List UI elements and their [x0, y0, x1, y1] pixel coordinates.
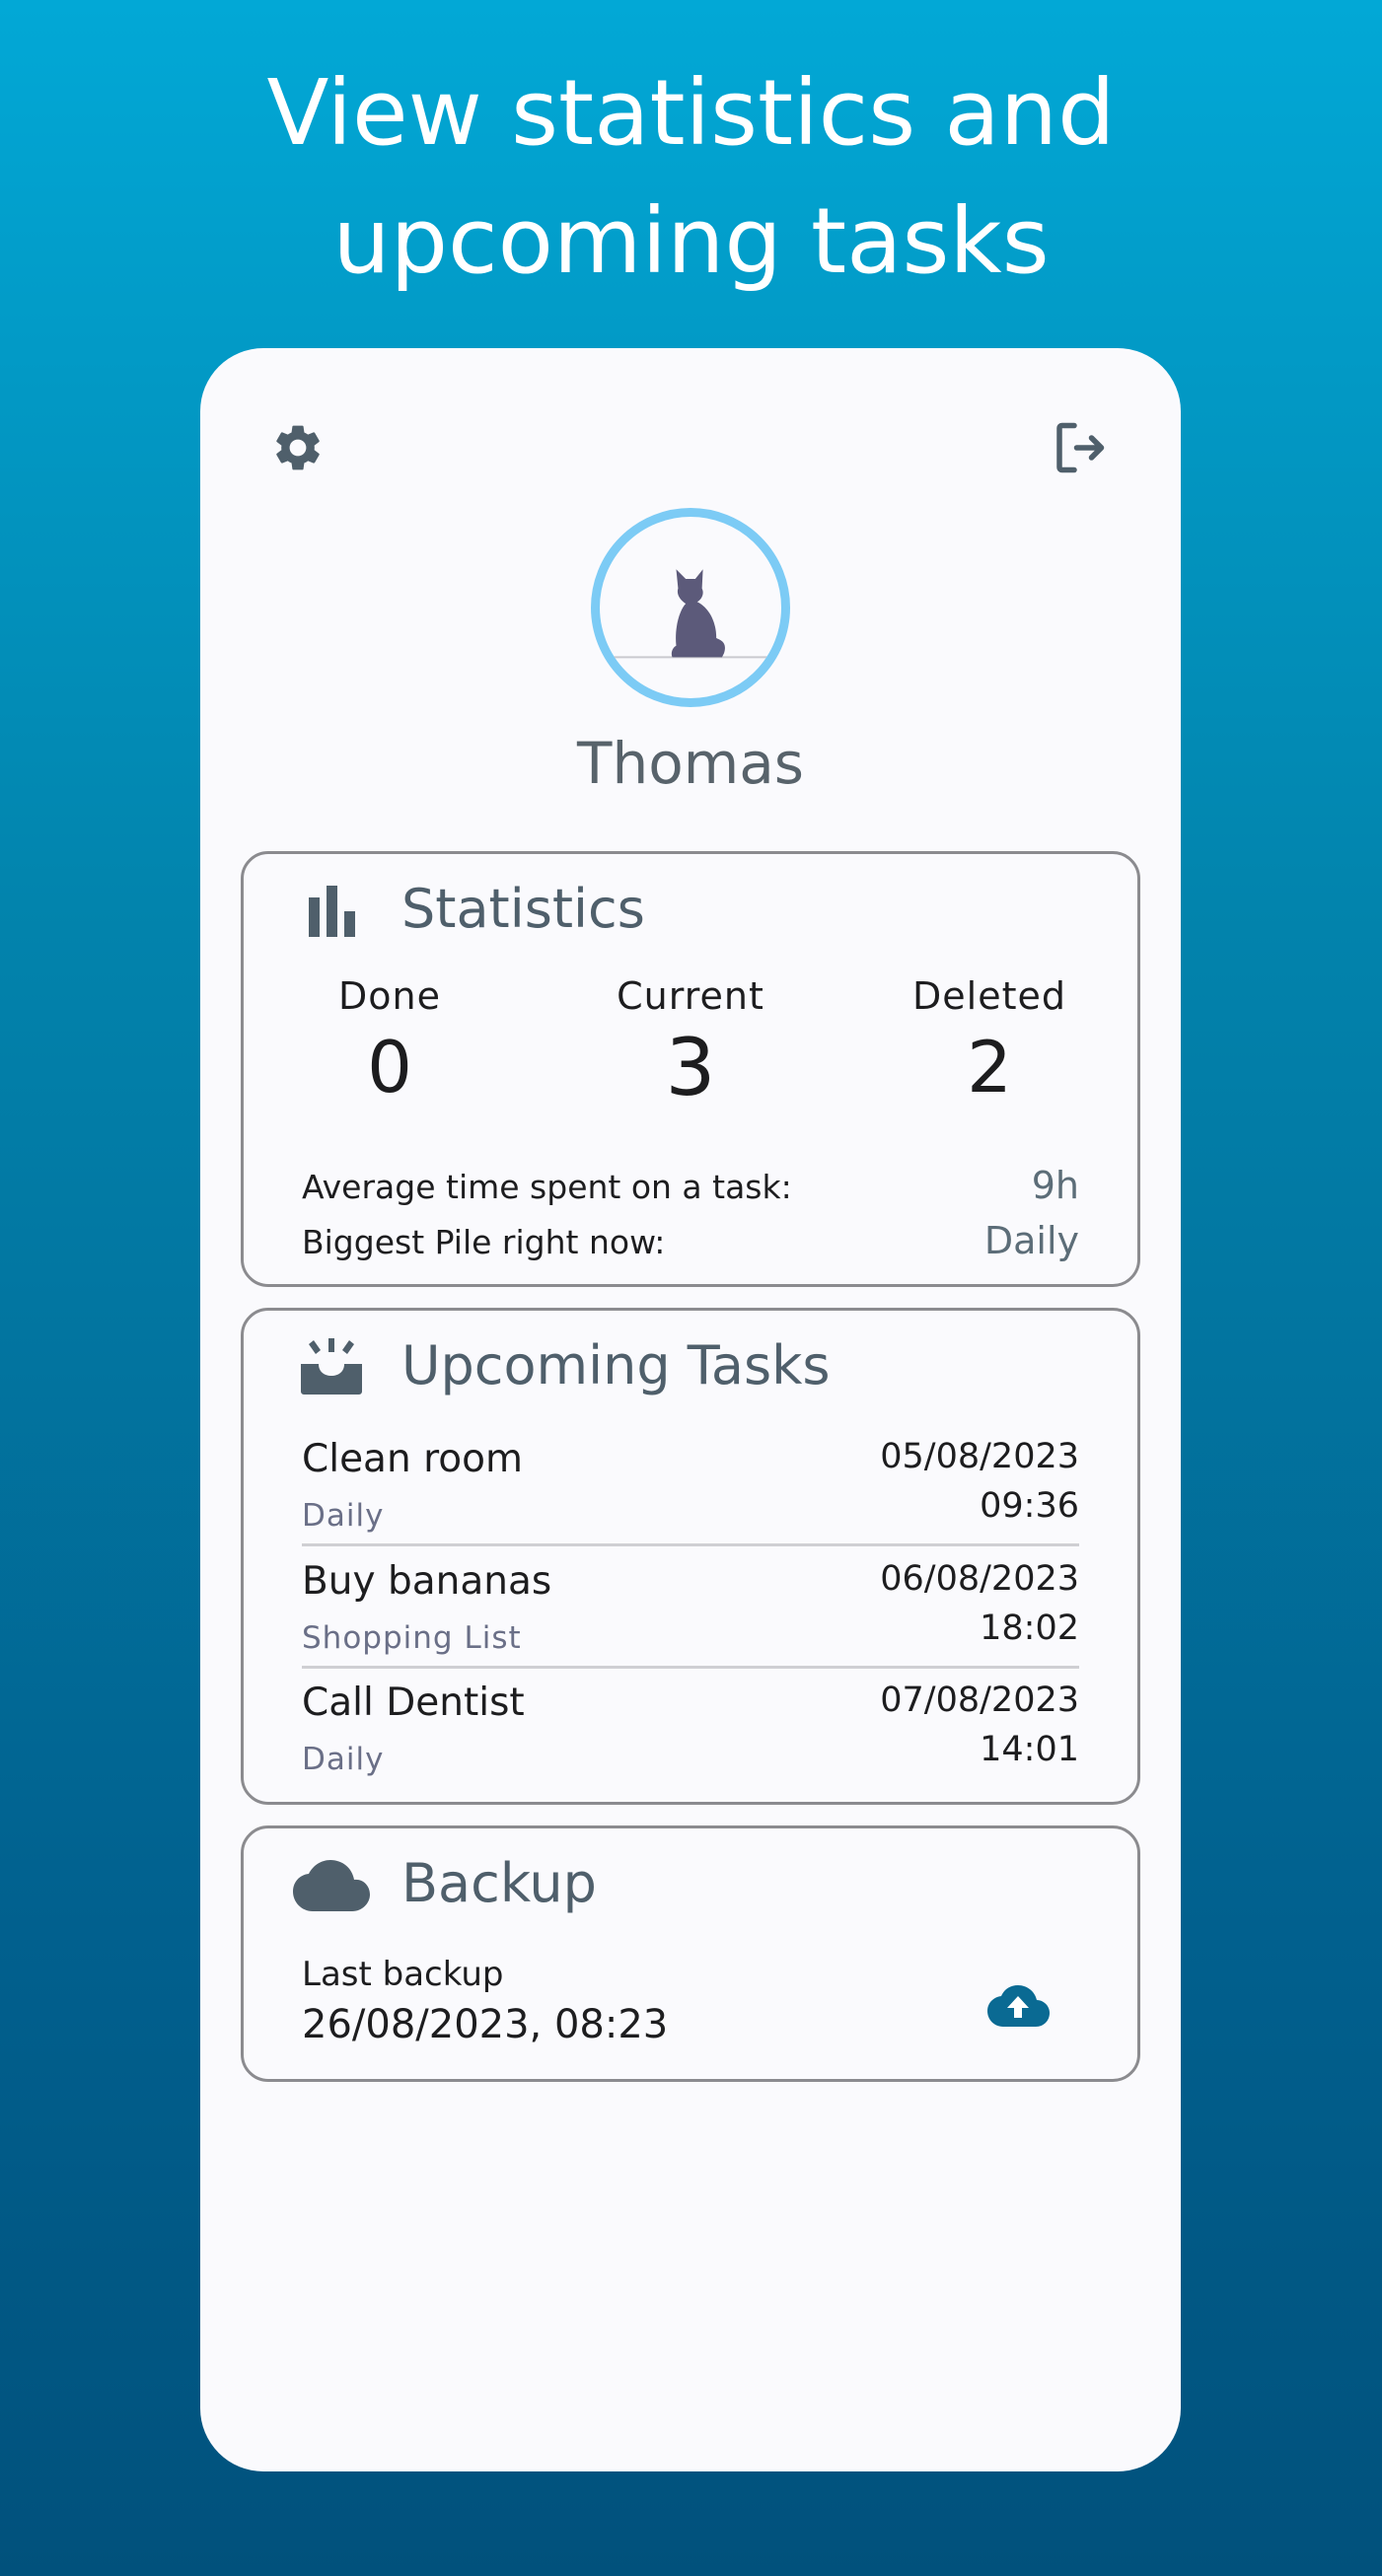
divider: [302, 1543, 1079, 1546]
biggest-pile-label: Biggest Pile right now:: [302, 1223, 666, 1261]
stat-done: Done 0: [261, 974, 518, 1109]
avatar[interactable]: [591, 508, 790, 707]
user-name: Thomas: [577, 730, 804, 797]
inbox-alert-icon: [301, 1338, 362, 1395]
settings-button[interactable]: [263, 413, 332, 482]
headline-line-2: upcoming tasks: [332, 188, 1050, 294]
gear-icon: [276, 425, 320, 470]
backup-upload-button[interactable]: [983, 1976, 1053, 2036]
bar-chart-icon: [309, 886, 355, 937]
stat-value: 3: [665, 1022, 716, 1113]
task-time: 09:36: [980, 1486, 1079, 1526]
average-time-label: Average time spent on a task:: [302, 1168, 792, 1206]
logout-button[interactable]: [1045, 413, 1114, 482]
cloud-icon: [293, 1860, 370, 1911]
task-item[interactable]: Call Dentist Daily 07/08/2023 14:01: [302, 1681, 1079, 1801]
task-category: Daily: [302, 1742, 385, 1777]
divider: [302, 1666, 1079, 1669]
task-date: 05/08/2023: [880, 1437, 1079, 1476]
average-time-row: Average time spent on a task: 9h: [302, 1164, 1079, 1207]
task-date: 07/08/2023: [880, 1681, 1079, 1720]
stat-label: Current: [617, 974, 764, 1018]
stat-label: Deleted: [912, 974, 1066, 1018]
biggest-pile-value: Daily: [983, 1219, 1079, 1262]
cloud-upload-icon: [987, 1985, 1050, 2027]
stat-deleted: Deleted 2: [861, 974, 1118, 1109]
upcoming-tasks-card: Upcoming Tasks Clean room Daily 05/08/20…: [241, 1308, 1140, 1805]
backup-card: Backup Last backup 26/08/2023, 08:23: [241, 1825, 1140, 2082]
task-name: Call Dentist: [302, 1681, 525, 1725]
upcoming-title: Upcoming Tasks: [401, 1334, 831, 1396]
last-backup-label: Last backup: [302, 1955, 504, 1994]
stat-current: Current 3: [562, 974, 819, 1113]
task-time: 14:01: [980, 1730, 1079, 1769]
task-category: Shopping List: [302, 1620, 522, 1656]
task-item[interactable]: Buy bananas Shopping List 06/08/2023 18:…: [302, 1559, 1079, 1680]
stat-value: 0: [367, 1026, 412, 1109]
stat-value: 2: [967, 1026, 1012, 1109]
statistics-title: Statistics: [401, 878, 645, 940]
task-name: Buy bananas: [302, 1559, 552, 1604]
backup-title: Backup: [401, 1852, 597, 1914]
statistics-card: Statistics Done 0 Current 3 Deleted 2 Av…: [241, 851, 1140, 1287]
cat-icon: [600, 569, 781, 659]
task-time: 18:02: [980, 1609, 1079, 1648]
logout-icon: [1056, 422, 1105, 473]
last-backup-date: 26/08/2023, 08:23: [302, 2002, 669, 2047]
task-date: 06/08/2023: [880, 1559, 1079, 1599]
average-time-value: 9h: [1031, 1164, 1079, 1207]
headline: View statistics and upcoming tasks: [0, 49, 1382, 306]
headline-line-1: View statistics and: [266, 60, 1116, 166]
task-item[interactable]: Clean room Daily 05/08/2023 09:36: [302, 1437, 1079, 1557]
task-category: Daily: [302, 1498, 385, 1534]
task-name: Clean room: [302, 1437, 523, 1481]
biggest-pile-row: Biggest Pile right now: Daily: [302, 1219, 1079, 1262]
stat-label: Done: [338, 974, 441, 1018]
